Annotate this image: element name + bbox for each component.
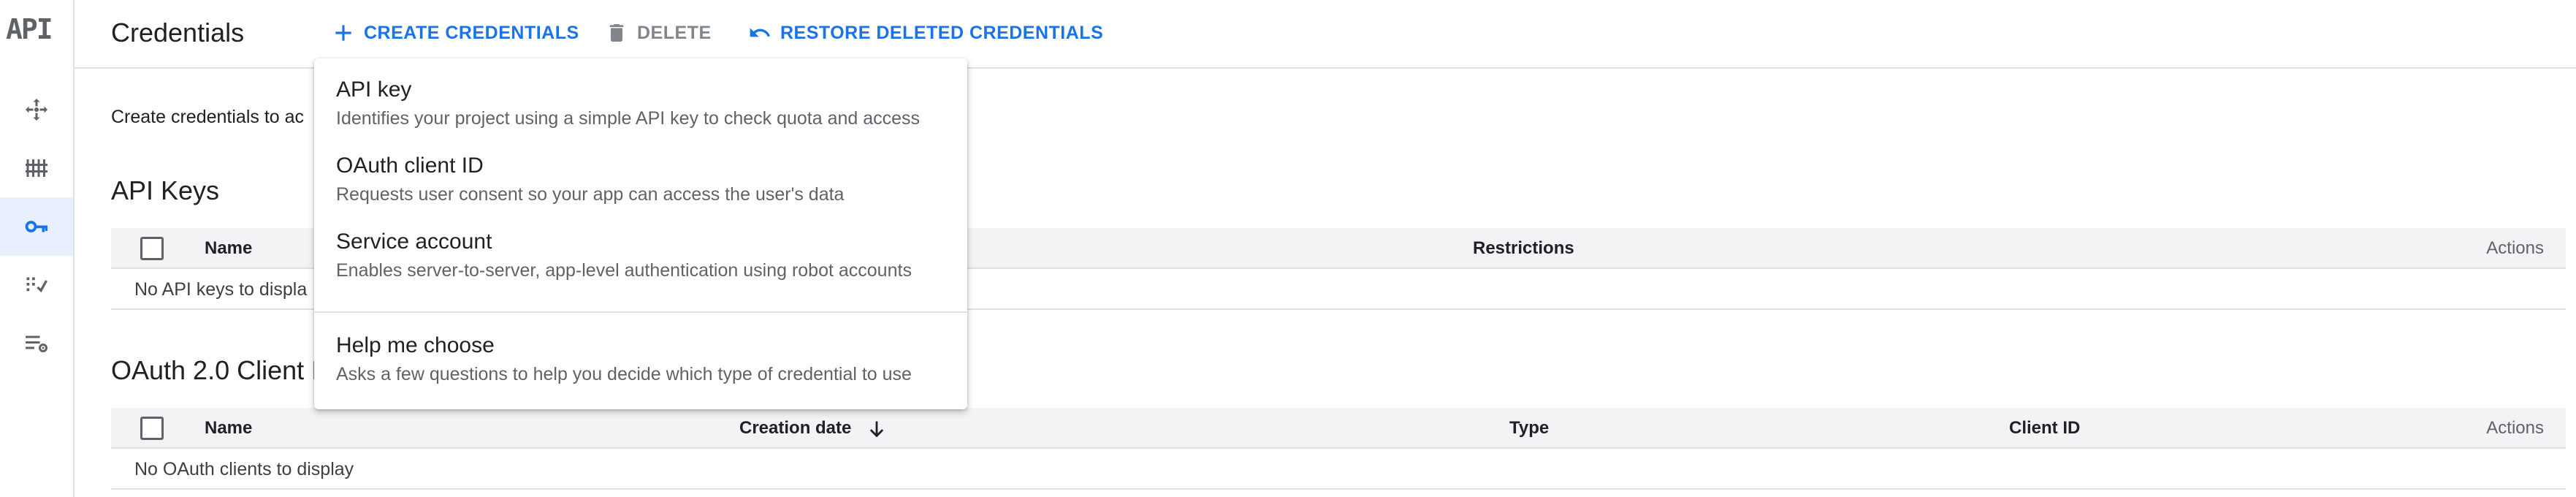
arrow-down-icon [869, 421, 884, 437]
intro-text: Create credentials to ac [111, 107, 305, 127]
create-credentials-button[interactable]: CREATE CREDENTIALS [332, 16, 579, 50]
delete-label: DELETE [637, 22, 712, 43]
empty-api-keys-text: No API keys to displa [134, 279, 308, 300]
select-all-oauth-checkbox[interactable] [140, 417, 164, 440]
oauth-clients-title: OAuth 2.0 Client I [111, 355, 319, 385]
column-actions: Actions [2486, 238, 2544, 258]
consent-screen-icon [26, 277, 47, 293]
rail-item-overview[interactable] [0, 80, 73, 139]
restore-label: RESTORE DELETED CREDENTIALS [780, 22, 1104, 43]
api-logo: API [6, 13, 53, 45]
column-creation-date[interactable]: Creation date [739, 418, 887, 439]
trash-icon [609, 24, 624, 42]
left-nav-rail: API [0, 0, 75, 497]
diamond-arrows-icon [26, 99, 47, 121]
table-row: No OAuth clients to display [111, 449, 2566, 490]
app-window: API Credentials CREATE CREDENTIALS DELET… [0, 0, 2576, 497]
column-name[interactable]: Name [205, 418, 252, 439]
column-actions: Actions [2486, 418, 2544, 438]
menu-item-description: Requests user consent so your app can ac… [336, 184, 845, 205]
menu-item-title: Service account [336, 229, 492, 254]
page-title: Credentials [111, 18, 245, 48]
column-client-id[interactable]: Client ID [2009, 418, 2080, 439]
column-type[interactable]: Type [1509, 418, 1549, 439]
menu-item-help-me-choose[interactable]: Help me choose Asks a few questions to h… [314, 329, 967, 405]
menu-item-description: Asks a few questions to help you decide … [336, 364, 912, 384]
plus-icon [335, 25, 351, 41]
menu-item-description: Identifies your project using a simple A… [336, 108, 921, 129]
rail-item-library[interactable] [0, 139, 73, 197]
creation-date-label: Creation date [739, 418, 852, 438]
create-credentials-label: CREATE CREDENTIALS [364, 22, 579, 43]
library-icon [26, 159, 47, 177]
api-keys-title: API Keys [111, 175, 220, 205]
column-restrictions[interactable]: Restrictions [1473, 238, 1574, 259]
menu-item-description: Enables server-to-server, app-level auth… [336, 260, 912, 281]
oauth-clients-table: Name Creation date Type Client ID Action… [111, 408, 2566, 490]
restore-deleted-credentials-button[interactable]: RESTORE DELETED CREDENTIALS [748, 16, 1103, 50]
menu-item-title: API key [336, 77, 412, 102]
oauth-table-header: Name Creation date Type Client ID Action… [111, 408, 2566, 449]
rail-item-credentials[interactable] [0, 197, 73, 256]
menu-item-title: Help me choose [336, 333, 495, 357]
settings-list-icon [26, 335, 47, 352]
menu-item-api-key[interactable]: API key Identifies your project using a … [314, 73, 967, 149]
create-credentials-menu: API key Identifies your project using a … [314, 58, 967, 409]
select-all-api-keys-checkbox[interactable] [140, 237, 164, 260]
menu-item-service-account[interactable]: Service account Enables server-to-server… [314, 225, 967, 301]
menu-item-oauth-client-id[interactable]: OAuth client ID Requests user consent so… [314, 149, 967, 225]
menu-item-title: OAuth client ID [336, 153, 484, 178]
delete-button[interactable]: DELETE [605, 16, 712, 50]
empty-oauth-text: No OAuth clients to display [134, 459, 354, 479]
rail-item-oauth-consent[interactable] [0, 256, 73, 314]
rail-item-page-usage[interactable] [0, 314, 73, 373]
key-icon [25, 221, 47, 232]
menu-divider [314, 311, 967, 313]
undo-icon [750, 28, 770, 37]
column-name[interactable]: Name [205, 238, 252, 259]
